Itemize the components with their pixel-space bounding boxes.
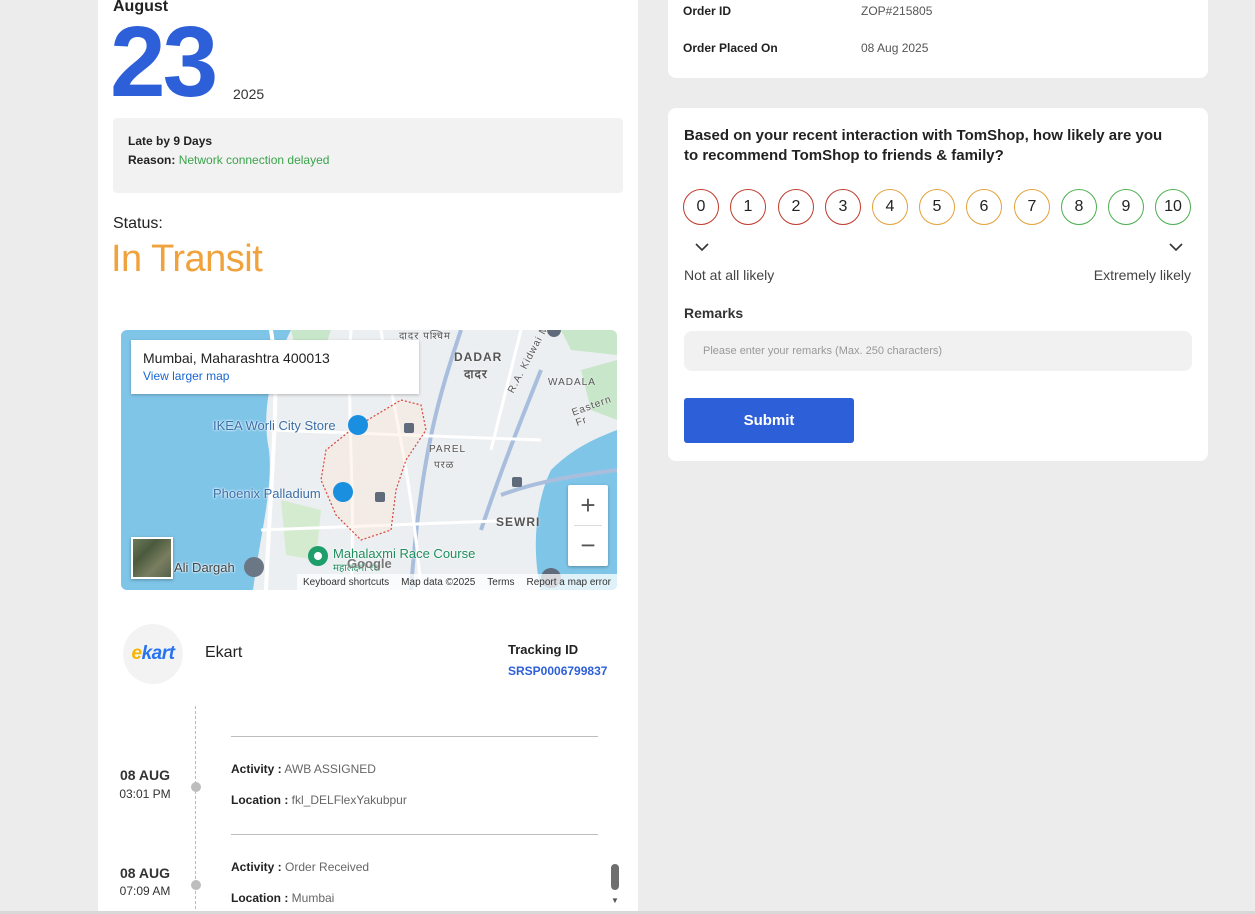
event-time: 07:09 AM <box>119 884 171 898</box>
shipment-panel: August 23 2025 Late by 9 Days Reason: Ne… <box>98 0 638 914</box>
map-data-text: Map data ©2025 <box>401 576 476 588</box>
nps-score-10[interactable]: 10 <box>1155 189 1191 225</box>
map-footer: Keyboard shortcuts Map data ©2025 Terms … <box>297 574 617 590</box>
nps-score-9[interactable]: 9 <box>1108 189 1144 225</box>
nps-score-0[interactable]: 0 <box>683 189 719 225</box>
order-placed-value: 08 Aug 2025 <box>861 41 929 55</box>
google-logo: Google <box>347 556 392 571</box>
tracking-timeline[interactable]: 08 AUG 03:01 PM Activity : AWB ASSIGNED … <box>98 706 622 914</box>
nps-score-2[interactable]: 2 <box>778 189 814 225</box>
view-larger-map-link[interactable]: View larger map <box>143 369 407 383</box>
map-label-dadar: DADAR <box>454 350 503 364</box>
nps-high-label: Extremely likely <box>1093 267 1191 283</box>
order-id-value: ZOP#215805 <box>861 4 933 18</box>
timeline-divider <box>231 736 598 737</box>
map-label-sewri: SEWRI <box>496 515 541 529</box>
remarks-label: Remarks <box>684 305 744 321</box>
event-time: 03:01 PM <box>119 787 171 801</box>
map-address: Mumbai, Maharashtra 400013 <box>143 350 330 366</box>
map-address-card: Mumbai, Maharashtra 400013 View larger m… <box>131 340 419 394</box>
nps-score-4[interactable]: 4 <box>872 189 908 225</box>
carrier-logo-rest: kart <box>141 643 175 664</box>
nps-score-8[interactable]: 8 <box>1061 189 1097 225</box>
carrier-logo: ekart <box>123 624 183 684</box>
nps-score-7[interactable]: 7 <box>1014 189 1050 225</box>
terms-link[interactable]: Terms <box>487 577 514 588</box>
map-label-ikea[interactable]: IKEA Worli City Store <box>213 418 336 433</box>
order-id-label: Order ID <box>683 4 732 18</box>
tracking-id-link[interactable]: SRSP0006799837 <box>508 664 607 678</box>
chevron-down-icon <box>1169 243 1183 252</box>
map-label-parel-hindi: परळ <box>434 460 455 471</box>
event-date: 08 AUG <box>119 865 171 881</box>
activity-value: AWB ASSIGNED <box>284 762 376 776</box>
reason-line: Reason: Network connection delayed <box>128 153 608 167</box>
nps-low-label: Not at all likely <box>684 267 775 283</box>
delivery-day: 23 <box>110 6 218 118</box>
report-error-link[interactable]: Report a map error <box>527 577 611 588</box>
location-value: fkl_DELFlexYakubpur <box>291 793 407 807</box>
timeline-divider <box>231 834 598 835</box>
event-location: Location : Mumbai <box>231 891 334 905</box>
location-label: Location : <box>231 891 289 905</box>
timeline-dot <box>191 880 201 890</box>
zoom-out-button[interactable]: − <box>568 525 608 565</box>
remarks-input[interactable] <box>684 331 1192 371</box>
event-date: 08 AUG <box>119 767 171 783</box>
late-text: Late by 9 Days <box>128 134 213 148</box>
nps-score-1[interactable]: 1 <box>730 189 766 225</box>
activity-value: Order Received <box>285 860 370 874</box>
status-value: In Transit <box>111 238 263 280</box>
nps-question: Based on your recent interaction with To… <box>684 127 1163 164</box>
carrier-logo-text: ekart <box>132 643 175 665</box>
map-zoom-control: + − <box>568 485 608 566</box>
activity-label: Activity : <box>231 860 282 874</box>
map-label-wadala: WADALA <box>548 377 596 388</box>
satellite-toggle[interactable] <box>131 537 173 579</box>
reason-label: Reason: <box>128 153 176 167</box>
order-placed-label: Order Placed On <box>683 41 778 55</box>
event-location: Location : fkl_DELFlexYakubpur <box>231 793 407 807</box>
activity-label: Activity : <box>231 762 282 776</box>
location-map[interactable]: Mumbai, Maharashtra 400013 View larger m… <box>121 330 617 590</box>
event-activity: Activity : AWB ASSIGNED <box>231 762 376 776</box>
event-activity: Activity : Order Received <box>231 860 369 874</box>
delay-notice: Late by 9 Days Reason: Network connectio… <box>113 118 623 193</box>
nps-score-5[interactable]: 5 <box>919 189 955 225</box>
scroll-down-icon[interactable]: ▼ <box>611 896 619 905</box>
carrier-name: Ekart <box>205 644 243 661</box>
map-label-parel: PAREL <box>429 444 467 455</box>
timeline-scrollbar-thumb[interactable] <box>611 864 619 890</box>
submit-button[interactable]: Submit <box>684 398 854 443</box>
carrier-logo-e: e <box>131 643 143 664</box>
zoom-divider <box>574 525 602 526</box>
order-summary-card: Order ID ZOP#215805 Order Placed On 08 A… <box>668 0 1208 78</box>
reason-value: Network connection delayed <box>178 153 330 167</box>
chevron-down-icon <box>695 243 709 252</box>
timeline-dot <box>191 782 201 792</box>
location-label: Location : <box>231 793 289 807</box>
map-label-dadar-hindi: दादर <box>464 367 488 381</box>
status-label: Status: <box>113 215 163 232</box>
nps-score-3[interactable]: 3 <box>825 189 861 225</box>
map-label-phoenix[interactable]: Phoenix Palladium <box>213 486 321 501</box>
keyboard-shortcuts-link[interactable]: Keyboard shortcuts <box>303 577 389 588</box>
location-value: Mumbai <box>291 891 335 905</box>
delivery-year: 2025 <box>233 86 265 102</box>
nps-survey-card: Based on your recent interaction with To… <box>668 108 1208 461</box>
zoom-in-button[interactable]: + <box>568 485 608 525</box>
map-label-dadar-west: दादर पश्चिम <box>399 331 451 342</box>
nps-score-6[interactable]: 6 <box>966 189 1002 225</box>
tracking-label: Tracking ID <box>508 642 579 657</box>
map-label-ali-dargah[interactable]: Ali Dargah <box>174 560 235 575</box>
